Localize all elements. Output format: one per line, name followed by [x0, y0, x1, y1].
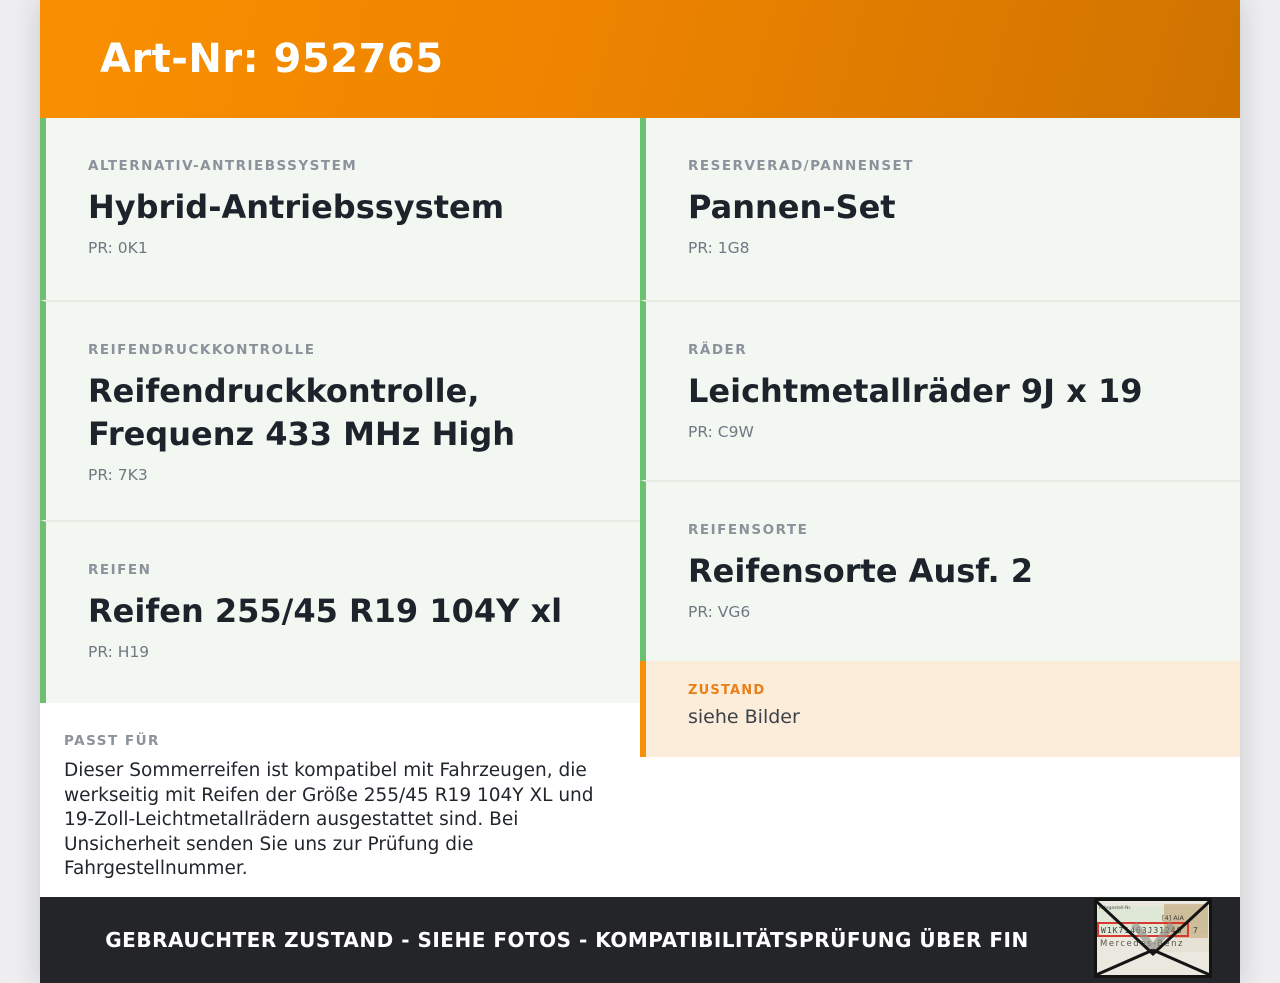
- footer-bar: GEBRAUCHTER ZUSTAND - SIEHE FOTOS - KOMP…: [40, 897, 1240, 983]
- spec-card-pr-code: PR: VG6: [688, 602, 751, 621]
- spec-card-antriebssystem: ALTERNATIV-ANTRIEBSSYSTEM Hybrid-Antrieb…: [40, 118, 640, 300]
- spec-grid: ALTERNATIV-ANTRIEBSSYSTEM Hybrid-Antrieb…: [40, 118, 1240, 897]
- spec-card-title: Reifen 255/45 R19 104Y xl: [88, 592, 563, 630]
- spec-card-label: ALTERNATIV-ANTRIEBSSYSTEM: [88, 158, 358, 174]
- document-stamp-text: [4] AiA: [1162, 914, 1185, 922]
- fit-info-card: PASST FÜR Dieser Sommerreifen ist kompat…: [40, 703, 640, 897]
- spec-card-pr-code: PR: 0K1: [88, 238, 148, 257]
- spec-card-pr-code: PR: C9W: [688, 422, 754, 441]
- fit-info-text: Dieser Sommerreifen ist kompatibel mit F…: [64, 760, 594, 879]
- right-column: RESERVERAD/PANNENSET Pannen-Set PR: 1G8 …: [640, 118, 1240, 897]
- condition-card: ZUSTAND siehe Bilder: [640, 661, 1240, 757]
- fit-info-label: PASST FÜR: [64, 733, 160, 749]
- vin-suffix-text: 7: [1193, 926, 1198, 935]
- spec-card-label: REIFENSORTE: [688, 522, 809, 538]
- spec-card-label: REIFEN: [88, 562, 152, 578]
- spec-card-reifensorte: REIFENSORTE Reifensorte Ausf. 2 PR: VG6: [640, 480, 1240, 661]
- spec-card-title: Pannen-Set: [688, 188, 896, 226]
- spec-card-pr-code: PR: 7K3: [88, 465, 148, 484]
- spec-card-raeder: RÄDER Leichtmetallräder 9J x 19 PR: C9W: [640, 300, 1240, 480]
- footer-banner-text: GEBRAUCHTER ZUSTAND - SIEHE FOTOS - KOMP…: [105, 928, 1029, 952]
- left-column: ALTERNATIV-ANTRIEBSSYSTEM Hybrid-Antrieb…: [40, 118, 640, 897]
- spec-card-title: Hybrid-Antriebssystem: [88, 188, 505, 226]
- condition-label: ZUSTAND: [688, 683, 766, 698]
- listing-page: Art-Nr: 952765 ALTERNATIV-ANTRIEBSSYSTEM…: [40, 0, 1240, 983]
- page-header: Art-Nr: 952765: [40, 0, 1240, 118]
- spec-card-title: Reifendruckkontrolle, Frequenz 433 MHz H…: [88, 372, 515, 453]
- empty-area: [640, 757, 1240, 897]
- spec-card-label: RESERVERAD/PANNENSET: [688, 158, 914, 174]
- spec-card-pr-code: PR: H19: [88, 642, 150, 661]
- spec-card-label: RÄDER: [688, 342, 748, 358]
- spec-card-label: REIFENDRUCKKONTROLLE: [88, 342, 316, 358]
- spec-card-pr-code: PR: 1G8: [688, 238, 750, 257]
- spec-card-reifendruckkontrolle: REIFENDRUCKKONTROLLE Reifendruckkontroll…: [40, 300, 640, 520]
- condition-value: siehe Bilder: [688, 706, 800, 728]
- spec-card-title: Reifensorte Ausf. 2: [688, 552, 1033, 590]
- vehicle-registration-envelope-image: Fahrgestell-Nr. [4] AiA W1K71463J31248 7…: [1094, 898, 1212, 978]
- spec-card-pannenset: RESERVERAD/PANNENSET Pannen-Set PR: 1G8: [640, 118, 1240, 300]
- spec-card-title: Leichtmetallräder 9J x 19: [688, 372, 1143, 410]
- article-number-title: Art-Nr: 952765: [100, 36, 444, 82]
- spec-card-reifen: REIFEN Reifen 255/45 R19 104Y xl PR: H19: [40, 520, 640, 703]
